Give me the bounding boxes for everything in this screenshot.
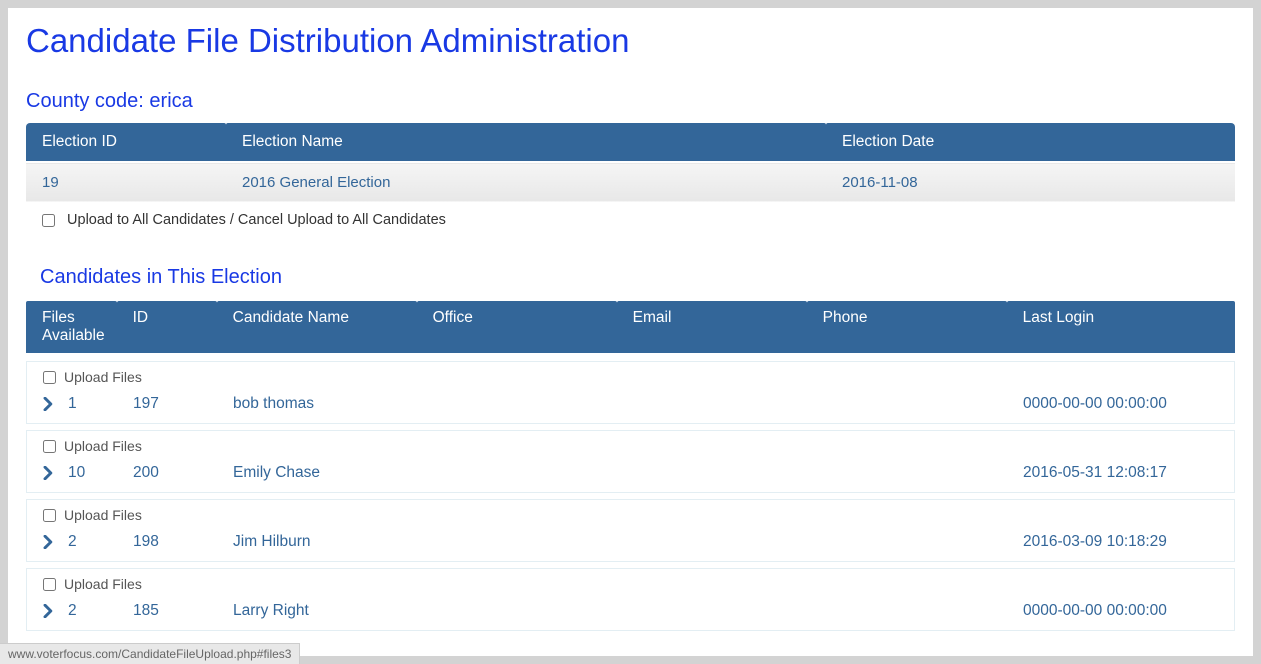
candidate-block: Upload Files 2 185Larry Right 0000-00-00 00…: [26, 568, 1235, 631]
status-bar-url: www.voterfocus.com/CandidateFileUpload.p…: [0, 643, 300, 664]
candidate-name-cell: bob thomas: [233, 395, 433, 413]
candidate-block: Upload Files 2 198Jim Hilburn 2016-03-09 10…: [26, 499, 1235, 562]
election-table: Election ID Election Name Election Date: [26, 121, 1235, 163]
candidates-list: Upload Files 1 197bob thomas 0000-00-00 00:…: [26, 361, 1235, 631]
upload-all-checkbox[interactable]: [42, 214, 55, 227]
candidate-id-cell: 200: [133, 464, 233, 482]
upload-files-label: Upload Files: [64, 576, 142, 592]
candidate-block: Upload Files 10 200Emily Chase 2016-05-31 1…: [26, 430, 1235, 493]
election-header-name: Election Name: [226, 123, 826, 161]
candidates-section-title: Candidates in This Election: [40, 266, 1235, 289]
candidate-upload-row: Upload Files: [27, 500, 1234, 527]
upload-files-checkbox[interactable]: [43, 440, 56, 453]
candidate-upload-row: Upload Files: [27, 362, 1234, 389]
upload-files-checkbox[interactable]: [43, 371, 56, 384]
candidate-row[interactable]: 2 198Jim Hilburn 2016-03-09 10:18:29: [27, 527, 1234, 561]
election-header-date: Election Date: [826, 123, 1235, 161]
candidate-name-cell: Emily Chase: [233, 464, 433, 482]
candidate-files-count: 10: [68, 464, 85, 482]
cand-header-name: Candidate Name: [217, 301, 417, 353]
upload-all-label: Upload to All Candidates / Cancel Upload…: [67, 212, 446, 228]
chevron-right-icon[interactable]: [43, 397, 54, 411]
candidate-name-cell: Jim Hilburn: [233, 533, 433, 551]
candidate-name-cell: Larry Right: [233, 602, 433, 620]
county-code-heading: County code: erica: [26, 90, 1235, 113]
election-date-cell: 2016-11-08: [826, 163, 1235, 202]
cand-header-id: ID: [117, 301, 217, 353]
candidate-row[interactable]: 1 197bob thomas 0000-00-00 00:00:00: [27, 389, 1234, 423]
candidate-files-count: 2: [68, 602, 77, 620]
candidate-id-cell: 197: [133, 395, 233, 413]
candidate-files-count: 1: [68, 395, 77, 413]
page-container: Candidate File Distribution Administrati…: [8, 8, 1253, 656]
candidate-files-cell: 1: [43, 395, 133, 413]
candidate-block: Upload Files 1 197bob thomas 0000-00-00 00:…: [26, 361, 1235, 424]
cand-header-email: Email: [617, 301, 807, 353]
chevron-right-icon[interactable]: [43, 604, 54, 618]
candidate-row[interactable]: 10 200Emily Chase 2016-05-31 12:08:17: [27, 458, 1234, 492]
candidate-login-cell: 2016-03-09 10:18:29: [1023, 533, 1218, 551]
upload-all-row: Upload to All Candidates / Cancel Upload…: [26, 202, 1235, 240]
page-title: Candidate File Distribution Administrati…: [26, 22, 1235, 60]
election-name-cell: 2016 General Election: [226, 163, 826, 202]
candidate-files-cell: 2: [43, 533, 133, 551]
candidate-files-cell: 2: [43, 602, 133, 620]
upload-files-label: Upload Files: [64, 369, 142, 385]
election-header-id: Election ID: [26, 123, 226, 161]
upload-files-checkbox[interactable]: [43, 578, 56, 591]
chevron-right-icon[interactable]: [43, 535, 54, 549]
candidate-id-cell: 185: [133, 602, 233, 620]
candidate-files-count: 2: [68, 533, 77, 551]
candidates-header-table: Files Available ID Candidate Name Office…: [26, 299, 1235, 355]
upload-files-label: Upload Files: [64, 507, 142, 523]
candidate-upload-row: Upload Files: [27, 569, 1234, 596]
candidate-row[interactable]: 2 185Larry Right 0000-00-00 00:00:00: [27, 596, 1234, 630]
cand-header-files: Files Available: [26, 301, 117, 353]
chevron-right-icon[interactable]: [43, 466, 54, 480]
election-row[interactable]: 19 2016 General Election 2016-11-08: [26, 163, 1235, 202]
candidate-files-cell: 10: [43, 464, 133, 482]
candidate-login-cell: 0000-00-00 00:00:00: [1023, 395, 1218, 413]
candidate-login-cell: 0000-00-00 00:00:00: [1023, 602, 1218, 620]
cand-header-login: Last Login: [1007, 301, 1235, 353]
election-id-cell: 19: [26, 163, 226, 202]
candidate-login-cell: 2016-05-31 12:08:17: [1023, 464, 1218, 482]
upload-files-label: Upload Files: [64, 438, 142, 454]
cand-header-phone: Phone: [807, 301, 1007, 353]
candidate-upload-row: Upload Files: [27, 431, 1234, 458]
cand-header-office: Office: [417, 301, 617, 353]
candidate-id-cell: 198: [133, 533, 233, 551]
upload-files-checkbox[interactable]: [43, 509, 56, 522]
